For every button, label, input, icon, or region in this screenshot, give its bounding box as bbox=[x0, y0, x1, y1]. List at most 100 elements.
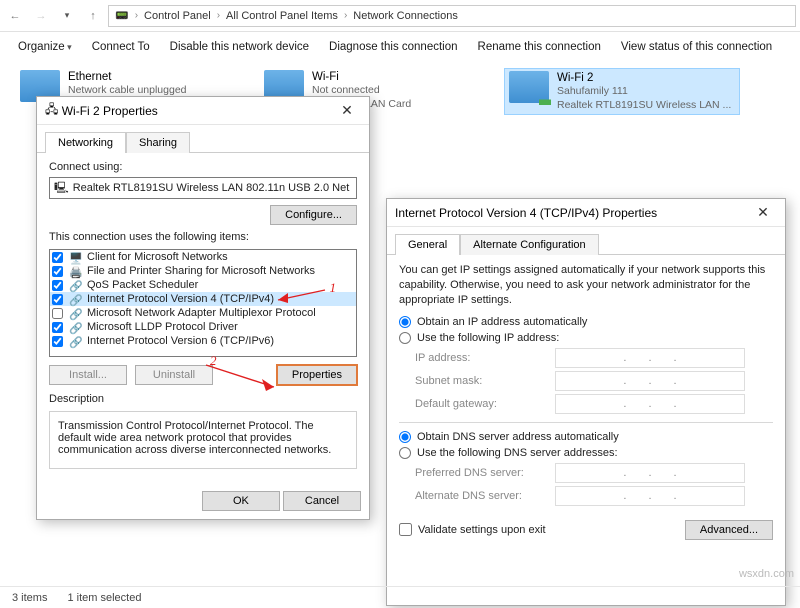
chevron-right-icon: › bbox=[217, 10, 220, 21]
tabs: Networking Sharing bbox=[37, 125, 369, 153]
connection-detail: Realtek RTL8191SU Wireless LAN ... bbox=[557, 99, 731, 112]
list-item-ipv4: 🔗Internet Protocol Version 4 (TCP/IPv4) bbox=[50, 292, 356, 306]
tabs: General Alternate Configuration bbox=[387, 227, 785, 255]
default-gateway-input bbox=[555, 394, 745, 414]
dialog-title-text: Internet Protocol Version 4 (TCP/IPv4) P… bbox=[395, 206, 657, 220]
configure-button[interactable]: Configure... bbox=[270, 205, 357, 225]
ip-address-label: IP address: bbox=[415, 352, 555, 364]
selection-count: 1 item selected bbox=[67, 592, 141, 604]
alternate-dns-input bbox=[555, 486, 745, 506]
components-listbox[interactable]: 🖥️Client for Microsoft Networks 🖨️File a… bbox=[49, 249, 357, 357]
description-label: Description bbox=[49, 393, 357, 405]
cancel-button[interactable]: Cancel bbox=[283, 491, 361, 511]
ok-button[interactable]: OK bbox=[202, 491, 280, 511]
item-count: 3 items bbox=[12, 592, 47, 604]
connection-status: Sahufamily 111 bbox=[557, 85, 731, 98]
item-checkbox[interactable] bbox=[52, 280, 63, 291]
control-panel-icon: 📟 bbox=[115, 9, 129, 22]
subnet-mask-label: Subnet mask: bbox=[415, 375, 555, 387]
item-checkbox[interactable] bbox=[52, 308, 63, 319]
connection-name: Ethernet bbox=[68, 70, 187, 84]
install-button[interactable]: Install... bbox=[49, 365, 127, 385]
client-icon: 🖥️ bbox=[69, 252, 83, 262]
description-box: Transmission Control Protocol/Internet P… bbox=[49, 411, 357, 469]
preferred-dns-input bbox=[555, 463, 745, 483]
ipv4-blurb: You can get IP settings assigned automat… bbox=[399, 263, 773, 308]
protocol-icon: 🔗 bbox=[69, 336, 83, 346]
item-checkbox[interactable] bbox=[52, 266, 63, 277]
adapter-properties-dialog: 🖧 Wi-Fi 2 Properties ✕ Networking Sharin… bbox=[36, 96, 370, 520]
protocol-icon: 🔗 bbox=[69, 294, 83, 304]
alternate-dns-label: Alternate DNS server: bbox=[415, 490, 555, 502]
items-label: This connection uses the following items… bbox=[49, 231, 357, 243]
dialog-title-text: Wi-Fi 2 Properties bbox=[62, 104, 158, 118]
item-checkbox[interactable] bbox=[52, 252, 63, 263]
advanced-button[interactable]: Advanced... bbox=[685, 520, 773, 540]
connection-tile-wifi2[interactable]: Wi-Fi 2 Sahufamily 111 Realtek RTL8191SU… bbox=[504, 68, 740, 115]
preferred-dns-label: Preferred DNS server: bbox=[415, 467, 555, 479]
ip-address-input bbox=[555, 348, 745, 368]
organize-menu[interactable]: Organize bbox=[18, 41, 72, 53]
list-item: 🔗Microsoft Network Adapter Multiplexor P… bbox=[50, 306, 356, 320]
disable-device-button[interactable]: Disable this network device bbox=[170, 41, 309, 53]
breadcrumb-item[interactable]: Control Panel bbox=[144, 10, 211, 22]
diagnose-connection-button[interactable]: Diagnose this connection bbox=[329, 41, 458, 53]
chevron-right-icon: › bbox=[344, 10, 347, 21]
nav-recent-dropdown[interactable]: ▾ bbox=[56, 5, 78, 27]
dialog-titlebar[interactable]: Internet Protocol Version 4 (TCP/IPv4) P… bbox=[387, 199, 785, 227]
dialog-titlebar[interactable]: 🖧 Wi-Fi 2 Properties ✕ bbox=[37, 97, 369, 125]
use-dns-label: Use the following DNS server addresses: bbox=[417, 447, 618, 459]
explorer-address-bar: ← → ▾ ↑ 📟 › Control Panel › All Control … bbox=[0, 0, 800, 32]
properties-button[interactable]: Properties bbox=[277, 365, 357, 385]
chevron-right-icon: › bbox=[135, 10, 138, 21]
nav-up-button[interactable]: ↑ bbox=[82, 5, 104, 27]
use-ip-radio[interactable] bbox=[399, 332, 411, 344]
connect-to-button[interactable]: Connect To bbox=[92, 41, 150, 53]
obtain-dns-auto-label: Obtain DNS server address automatically bbox=[417, 431, 619, 443]
item-checkbox[interactable] bbox=[52, 336, 63, 347]
list-item: 🔗Microsoft LLDP Protocol Driver bbox=[50, 320, 356, 334]
adapter-field[interactable]: 🖳 Realtek RTL8191SU Wireless LAN 802.11n… bbox=[49, 177, 357, 199]
use-ip-label: Use the following IP address: bbox=[417, 332, 559, 344]
item-checkbox[interactable] bbox=[52, 322, 63, 333]
service-icon: 🖨️ bbox=[69, 266, 83, 276]
watermark: wsxdn.com bbox=[739, 568, 794, 580]
tab-general[interactable]: General bbox=[395, 234, 460, 255]
obtain-dns-auto-radio[interactable] bbox=[399, 431, 411, 443]
close-icon[interactable]: ✕ bbox=[749, 204, 777, 221]
view-status-button[interactable]: View status of this connection bbox=[621, 41, 772, 53]
connection-name: Wi-Fi 2 bbox=[557, 71, 731, 85]
nav-back-button[interactable]: ← bbox=[4, 5, 26, 27]
ipv4-properties-dialog: Internet Protocol Version 4 (TCP/IPv4) P… bbox=[386, 198, 786, 606]
breadcrumb-item[interactable]: All Control Panel Items bbox=[226, 10, 338, 22]
breadcrumb-item[interactable]: Network Connections bbox=[353, 10, 458, 22]
rename-connection-button[interactable]: Rename this connection bbox=[478, 41, 601, 53]
description-text: Transmission Control Protocol/Internet P… bbox=[58, 420, 331, 456]
adapter-name: Realtek RTL8191SU Wireless LAN 802.11n U… bbox=[73, 182, 350, 194]
tab-sharing[interactable]: Sharing bbox=[126, 132, 190, 153]
nav-forward-button[interactable]: → bbox=[30, 5, 52, 27]
network-icon: 🖧 bbox=[45, 100, 58, 121]
validate-settings-label: Validate settings upon exit bbox=[418, 524, 546, 536]
tab-alternate-configuration[interactable]: Alternate Configuration bbox=[460, 234, 599, 255]
wifi-adapter-icon bbox=[509, 71, 549, 103]
use-dns-radio[interactable] bbox=[399, 447, 411, 459]
protocol-icon: 🔗 bbox=[69, 280, 83, 290]
status-bar: 3 items 1 item selected bbox=[0, 586, 800, 608]
tab-networking[interactable]: Networking bbox=[45, 132, 126, 153]
default-gateway-label: Default gateway: bbox=[415, 398, 555, 410]
close-icon[interactable]: ✕ bbox=[333, 102, 361, 119]
validate-settings-checkbox[interactable] bbox=[399, 523, 412, 536]
command-bar: Organize Connect To Disable this network… bbox=[0, 32, 800, 62]
obtain-ip-auto-radio[interactable] bbox=[399, 316, 411, 328]
list-item: 🖥️Client for Microsoft Networks bbox=[50, 250, 356, 264]
breadcrumb-bar[interactable]: 📟 › Control Panel › All Control Panel It… bbox=[108, 5, 796, 27]
obtain-ip-auto-label: Obtain an IP address automatically bbox=[417, 316, 587, 328]
list-item: 🖨️File and Printer Sharing for Microsoft… bbox=[50, 264, 356, 278]
uninstall-button[interactable]: Uninstall bbox=[135, 365, 213, 385]
list-item: 🔗Internet Protocol Version 6 (TCP/IPv6) bbox=[50, 334, 356, 348]
connect-using-label: Connect using: bbox=[49, 161, 357, 173]
item-checkbox[interactable] bbox=[52, 294, 63, 305]
nic-icon: 🖳 bbox=[54, 179, 69, 198]
subnet-mask-input bbox=[555, 371, 745, 391]
